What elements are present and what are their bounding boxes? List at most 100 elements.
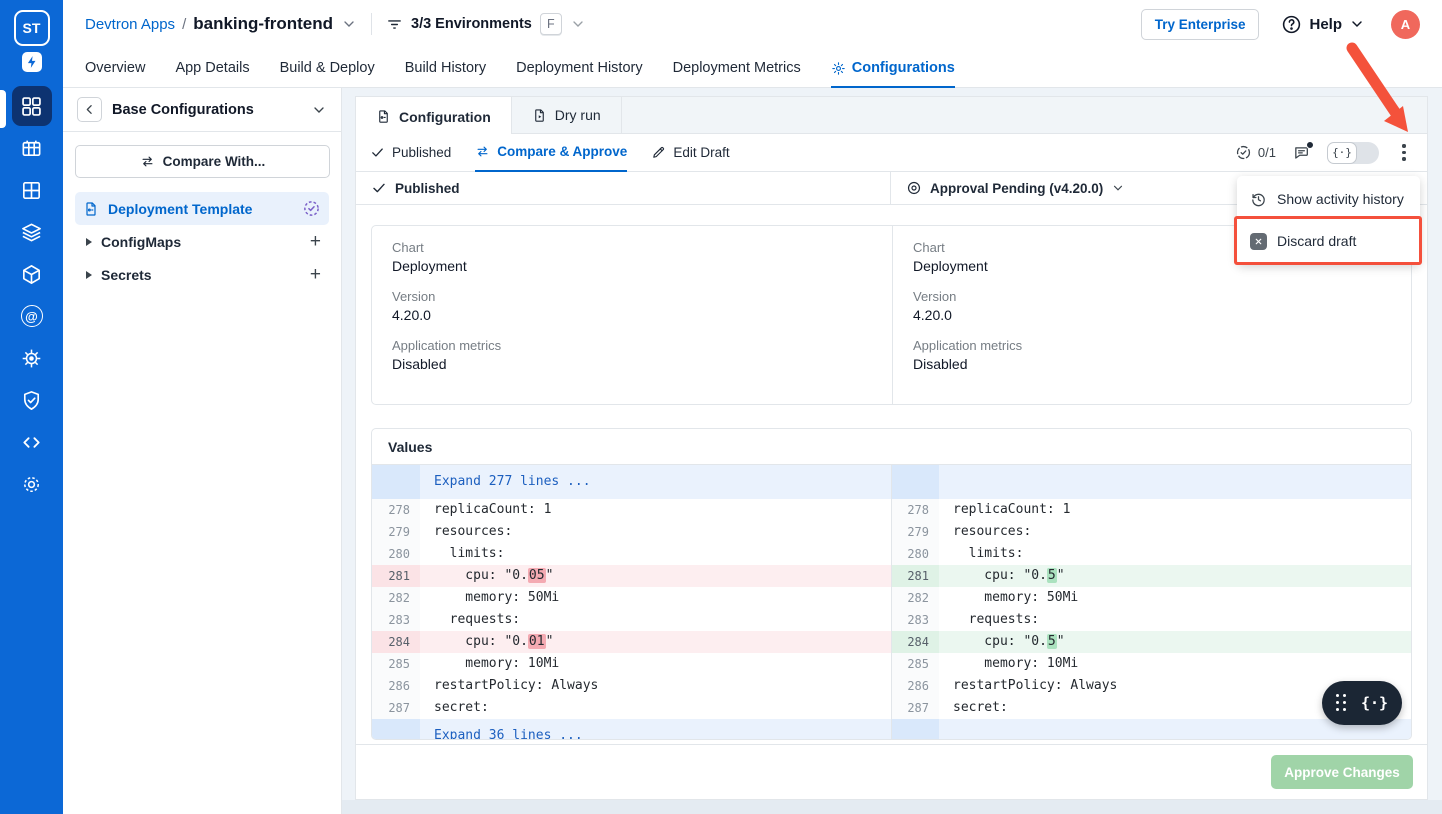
chevron-down-icon[interactable] [570, 16, 586, 32]
back-button[interactable] [77, 97, 102, 122]
diff-row: 287secret:287secret: [372, 697, 1411, 719]
compare-toolbar: Published Compare & Approve Edit Draft 0… [356, 134, 1427, 172]
mode-edit-draft[interactable]: Edit Draft [651, 134, 729, 172]
line-number: 283 [891, 609, 939, 631]
pencil-icon [651, 145, 666, 160]
devtron-logo: ST [14, 10, 50, 46]
chevron-down-icon[interactable] [341, 16, 357, 32]
line-number: 285 [891, 653, 939, 675]
tree-item-label: ConfigMaps [101, 234, 181, 250]
tree-item-deployment-template[interactable]: Deployment Template [75, 192, 329, 225]
app-nav-tabs: Overview App Details Build & Deploy Buil… [63, 48, 1442, 88]
line-number: 280 [891, 543, 939, 565]
nav-applications[interactable] [12, 86, 52, 126]
nav-application-groups[interactable] [12, 170, 52, 210]
expand-bottom-row[interactable]: Expand 36 lines ... [372, 719, 1411, 740]
expand-bottom-link[interactable]: Expand 36 lines ... [420, 719, 891, 740]
tab-build-deploy[interactable]: Build & Deploy [280, 60, 375, 88]
nav-chart-store[interactable] [12, 254, 52, 294]
tab-configuration[interactable]: Configuration [356, 97, 512, 136]
at-icon: @ [21, 305, 43, 327]
menu-item-label: Discard draft [1277, 233, 1356, 249]
floating-code-widget[interactable]: {·} [1322, 681, 1402, 725]
field-label: Application metrics [392, 338, 872, 353]
code-view-toggle[interactable]: {·} [1327, 142, 1379, 164]
swap-icon [140, 154, 155, 169]
chevron-down-icon[interactable] [1111, 181, 1125, 195]
nav-clusters[interactable] [12, 338, 52, 378]
help-menu[interactable]: Help [1281, 14, 1365, 35]
more-options-button[interactable] [1395, 142, 1413, 162]
pane-title: Published [395, 181, 460, 196]
tab-dry-run[interactable]: Dry run [512, 97, 622, 133]
nav-global-config[interactable] [12, 464, 52, 504]
target-icon [906, 180, 922, 196]
expand-triangle-icon[interactable] [86, 271, 92, 279]
comments-button[interactable] [1292, 144, 1311, 161]
logo-text: ST [23, 20, 41, 36]
values-diff: Expand 277 lines ... 278replicaCount: 12… [372, 465, 1411, 740]
document-play-icon [532, 108, 547, 123]
check-icon [370, 145, 385, 160]
tab-build-history[interactable]: Build History [405, 60, 486, 88]
tree-item-secrets[interactable]: Secrets + [75, 258, 329, 291]
help-icon [1281, 14, 1302, 35]
add-configmap-button[interactable]: + [310, 232, 321, 251]
swap-icon [475, 144, 490, 159]
expand-triangle-icon[interactable] [86, 238, 92, 246]
line-number: 278 [891, 499, 939, 521]
approve-changes-button[interactable]: Approve Changes [1271, 755, 1413, 789]
discard-icon [1250, 233, 1267, 250]
tab-deployment-metrics[interactable]: Deployment Metrics [673, 60, 801, 88]
summary-left: ChartDeployment Version4.20.0 Applicatio… [372, 226, 892, 404]
primary-sidebar: ST @ [0, 0, 63, 814]
user-avatar[interactable]: A [1391, 10, 1420, 39]
drag-handle-icon[interactable] [1336, 694, 1347, 712]
code-line: cpu: "0.5" [939, 565, 1411, 587]
line-number: 286 [891, 675, 939, 697]
environment-filter[interactable]: 3/3 Environments F [386, 13, 586, 35]
expand-top-row[interactable]: Expand 277 lines ... [372, 465, 1411, 499]
menu-item-label: Show activity history [1277, 191, 1404, 207]
add-secret-button[interactable]: + [310, 265, 321, 284]
line-number: 284 [891, 631, 939, 653]
menu-item-discard-draft[interactable]: Discard draft [1237, 220, 1420, 262]
tab-configurations[interactable]: Configurations [831, 60, 955, 88]
tab-deployment-history[interactable]: Deployment History [516, 60, 643, 88]
tree-item-label: Secrets [101, 267, 152, 283]
tab-configurations-label: Configurations [852, 60, 955, 76]
diff-row: 282 memory: 50Mi282 memory: 50Mi [372, 587, 1411, 609]
tab-app-details[interactable]: App Details [175, 60, 249, 88]
chevron-down-icon[interactable] [311, 102, 327, 118]
nav-software-distribution[interactable] [12, 212, 52, 252]
document-icon [376, 109, 391, 124]
mode-published[interactable]: Published [370, 134, 451, 172]
config-tabstrip: Configuration Dry run [355, 96, 1428, 134]
line-number: 279 [891, 521, 939, 543]
code-line: memory: 10Mi [939, 653, 1411, 675]
pane-title: Approval Pending (v4.20.0) [930, 181, 1103, 196]
code-line: replicaCount: 1 [939, 499, 1411, 521]
compare-with-button[interactable]: Compare With... [75, 145, 330, 178]
tree-item-configmaps[interactable]: ConfigMaps + [75, 225, 329, 258]
diff-word-highlight: 01 [528, 634, 546, 649]
menu-item-show-activity-history[interactable]: Show activity history [1237, 178, 1420, 220]
nav-code[interactable] [12, 422, 52, 462]
braces-icon: {·} [1361, 694, 1388, 712]
mode-compare-approve[interactable]: Compare & Approve [475, 134, 627, 172]
expand-top-link[interactable]: Expand 277 lines ... [420, 465, 891, 499]
code-line: memory: 10Mi [420, 653, 891, 675]
try-enterprise-button[interactable]: Try Enterprise [1141, 9, 1260, 40]
values-title: Values [372, 429, 1411, 465]
nav-security[interactable] [12, 380, 52, 420]
code-line: resources: [939, 521, 1411, 543]
mode-label: Published [392, 145, 451, 160]
history-icon [1250, 191, 1267, 208]
approval-pending-icon [302, 199, 321, 218]
breadcrumb-root[interactable]: Devtron Apps [85, 16, 175, 33]
nav-resource-browser[interactable]: @ [12, 296, 52, 336]
tab-overview[interactable]: Overview [85, 60, 145, 88]
tree-item-label: Deployment Template [108, 201, 252, 217]
nav-jobs[interactable] [12, 128, 52, 168]
field-value: 4.20.0 [392, 307, 872, 323]
